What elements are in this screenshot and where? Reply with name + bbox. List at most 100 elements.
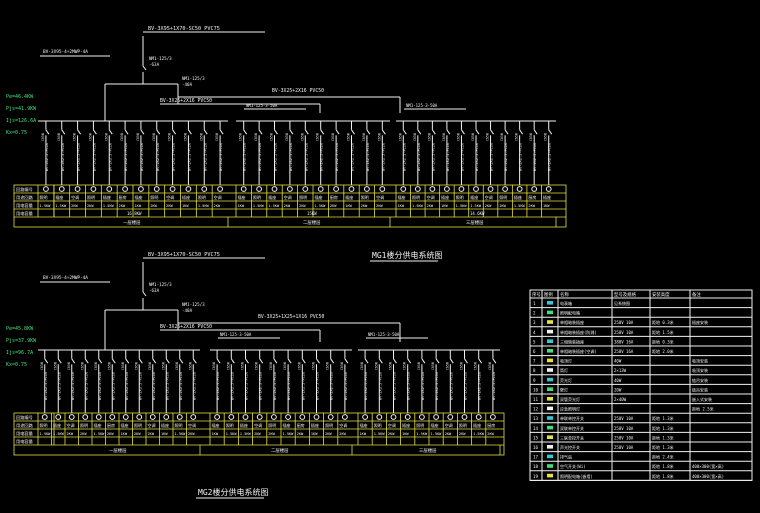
legend-note: 400×300(宽×高) bbox=[692, 473, 724, 479]
sub-cable-1-label: BV-3X25+2X16 PVC50 bbox=[160, 324, 212, 330]
circuit-use: 插座 bbox=[398, 194, 406, 200]
circuit-use: 插座 bbox=[543, 194, 551, 200]
circuit-load: 2KW bbox=[330, 204, 337, 208]
circuit-cable-label: BV-2X2.5-PC16 bbox=[98, 372, 102, 400]
circuit-use: 厨房 bbox=[528, 194, 536, 200]
circuit-load: 2KW bbox=[339, 432, 346, 436]
legend-name: 三联单控开关 bbox=[560, 434, 584, 440]
circuit-use: 插座 bbox=[514, 194, 522, 200]
load-parameter: Kx=0.75 bbox=[6, 130, 27, 136]
section-label: 二层楼层 bbox=[303, 219, 321, 226]
circuit-number-marker bbox=[201, 186, 208, 192]
section-total: 15KW bbox=[307, 211, 317, 216]
section-label: 三层楼层 bbox=[419, 447, 437, 454]
breaker-label: C65N bbox=[199, 133, 203, 141]
circuit-cable-label: BV-2X2.5-PC16 bbox=[289, 143, 293, 171]
circuit-use: 插座 bbox=[470, 194, 478, 200]
circuit-cable-label: BV-2X2.5-PC16 bbox=[548, 143, 552, 171]
panel-switch-label: NM1-125-3-50A bbox=[220, 332, 252, 337]
circuit-use: 照明 bbox=[268, 423, 276, 428]
circuit-number-marker bbox=[433, 414, 440, 420]
breaker-blade bbox=[417, 129, 422, 135]
breaker-blade bbox=[504, 129, 509, 135]
legend-height: 距地 1.8米 bbox=[652, 463, 674, 469]
circuit-load: 1.5KW bbox=[283, 432, 295, 436]
legend-symbol-icon bbox=[547, 320, 553, 324]
circuit-number-marker bbox=[302, 186, 309, 192]
circuit-load: 2KW bbox=[134, 432, 141, 436]
load-parameter: Pe=45.8KW bbox=[6, 326, 34, 332]
breaker-blade bbox=[330, 358, 335, 364]
circuit-load: 1KW bbox=[360, 432, 367, 436]
circuit-load: 2KW bbox=[499, 204, 506, 208]
table-row-label: 用途回路 bbox=[16, 194, 34, 201]
circuit-cable-label: BV-2X2.5-PC16 bbox=[203, 143, 207, 171]
circuit-use: 空调 bbox=[339, 422, 347, 428]
circuit-cable-label: BV-2X2.5-PC16 bbox=[316, 372, 320, 400]
legend-spec: 见系统图 bbox=[614, 300, 630, 306]
circuit-load: 1KW bbox=[441, 204, 448, 208]
breaker-label: C65N bbox=[57, 133, 61, 141]
circuit-use: 空调 bbox=[445, 422, 453, 428]
circuit-number-marker bbox=[379, 186, 386, 192]
circuit-load: 1KW bbox=[182, 204, 189, 208]
circuit-number-marker bbox=[214, 414, 221, 420]
circuit-use: 厨房 bbox=[330, 194, 338, 200]
legend-number: 1 bbox=[533, 301, 536, 306]
breaker-label: C65N bbox=[360, 362, 364, 370]
legend-spec: 250V 10A bbox=[614, 426, 634, 431]
breaker-blade bbox=[258, 129, 263, 135]
circuit-use: 插座 bbox=[161, 422, 169, 428]
legend-number: 9 bbox=[533, 378, 536, 383]
left-breaker-label: BV-3X95-4+2MWP-4A bbox=[43, 49, 88, 55]
circuit-use: 插座 bbox=[135, 194, 143, 200]
circuit-cable-label: BV-2X2.5-PC16 bbox=[478, 372, 482, 400]
breaker-blade bbox=[393, 358, 397, 364]
breaker-blade bbox=[475, 129, 480, 135]
circuit-load: 2KW bbox=[188, 432, 195, 436]
section-total: 14.6KW bbox=[470, 211, 485, 216]
breaker-blade bbox=[156, 129, 161, 135]
circuit-use: 插座 bbox=[431, 422, 439, 428]
section-label: 一层楼层 bbox=[123, 219, 141, 226]
circuit-load: 2KW bbox=[388, 432, 395, 436]
circuit-number-marker bbox=[90, 186, 97, 192]
circuit-load: 1.5KW bbox=[240, 432, 252, 436]
circuit-use: 照明 bbox=[499, 195, 507, 200]
circuit-cable-label: BV-2X2.5-PC16 bbox=[124, 143, 128, 171]
breaker-label: C65N bbox=[316, 133, 320, 141]
circuit-cable-label: BV-2X2.5-PC16 bbox=[84, 372, 88, 400]
circuit-number-marker bbox=[122, 414, 129, 420]
breaker-blade bbox=[259, 358, 264, 364]
breaker-blade bbox=[533, 129, 538, 135]
circuit-use: 插座 bbox=[53, 422, 61, 428]
circuit-cable-label: BV-2X2.5-PC16 bbox=[44, 372, 48, 400]
circuit-cable-label: BV-2X2.5-PC16 bbox=[366, 143, 370, 171]
legend-spec: 250V 10A bbox=[614, 330, 634, 335]
legend-spec: 20W bbox=[614, 387, 622, 392]
circuit-number-marker bbox=[429, 186, 436, 192]
circuit-load: 2KW bbox=[107, 432, 114, 436]
breaker-blade bbox=[93, 129, 97, 135]
breaker-blade bbox=[61, 129, 66, 135]
circuit-use: 插座 bbox=[238, 194, 246, 200]
breaker-blade bbox=[402, 129, 407, 135]
breaker-label: C65N bbox=[488, 362, 492, 370]
load-parameter: Ijs=126.6A bbox=[6, 118, 36, 124]
breaker-blade bbox=[273, 358, 278, 364]
circuit-cable-label: BV-2X2.5-PC16 bbox=[519, 143, 523, 171]
circuit-number-marker bbox=[348, 186, 355, 192]
circuit-use: 空调 bbox=[388, 422, 396, 428]
circuit-use: 插座 bbox=[311, 422, 319, 428]
circuit-cable-label: BV-2X2.5-PC16 bbox=[57, 372, 61, 400]
breaker-blade bbox=[172, 129, 176, 135]
breaker-label: C65N bbox=[312, 362, 316, 370]
circuit-cable-label: BV-2X2.5-PC16 bbox=[138, 372, 142, 400]
sub-cable-2-label: BV-3X25+1X25+1X16 PVC50 bbox=[258, 314, 325, 320]
circuit-load: 1KW bbox=[543, 204, 550, 208]
circuit-cable-label: BV-2X2.5-PC16 bbox=[152, 372, 156, 400]
circuit-use: 照明 bbox=[412, 195, 420, 200]
circuit-number-marker bbox=[153, 186, 160, 192]
breaker-blade bbox=[351, 129, 355, 135]
circuit-number-marker bbox=[545, 186, 552, 192]
